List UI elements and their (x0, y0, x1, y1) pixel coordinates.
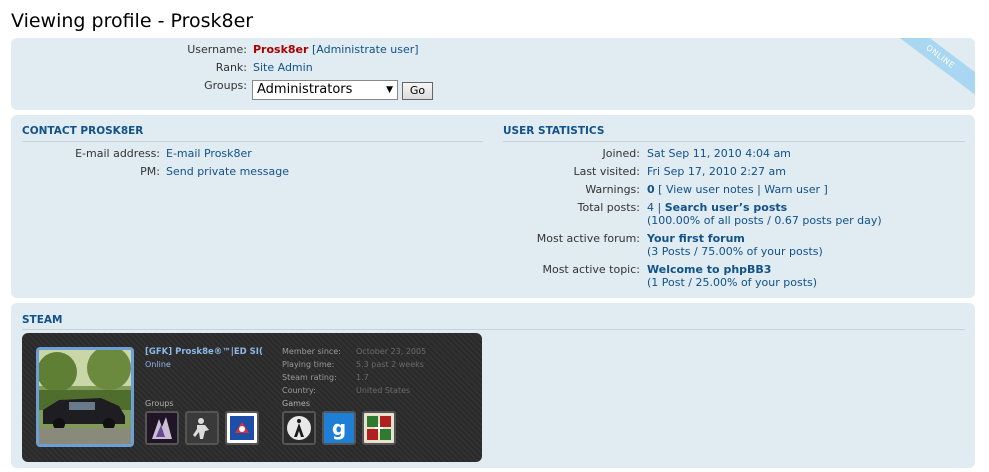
admin-bracket-close: ] (414, 43, 419, 56)
warnings-count: 0 (647, 183, 655, 196)
groups-label: Groups: (204, 79, 247, 92)
warnings-bracket-close: ] (823, 183, 828, 196)
svg-text:g: g (332, 416, 346, 440)
last-visited-row: Last visited: Fri Sep 17, 2010 2:27 am (491, 164, 971, 180)
username-label: Username: (187, 43, 247, 56)
page-title: Viewing profile - Prosk8er (11, 10, 254, 32)
steam-avatar[interactable] (36, 347, 134, 447)
total-posts-count: 4 (647, 201, 654, 214)
country-label: Country: (282, 386, 316, 395)
steam-panel: STEAM [GFK] Prosk8e®™|ED SI( Online Memb… (11, 303, 975, 468)
online-badge: ONLINE (890, 38, 975, 98)
rank-value: Site Admin (253, 61, 313, 74)
joined-value: Sat Sep 11, 2010 4:04 am (647, 147, 791, 160)
email-link[interactable]: E-mail Prosk8er (166, 146, 252, 162)
steam-group-1-icon[interactable] (145, 411, 179, 445)
garrys-mod-game-icon[interactable]: g (322, 411, 356, 445)
posts-detail: (100.00% of all posts / 0.67 posts per d… (647, 214, 882, 227)
joined-label: Joined: (602, 147, 640, 160)
total-posts-label: Total posts: (577, 201, 640, 214)
steam-group-3-icon[interactable] (225, 411, 259, 445)
contact-divider (22, 141, 483, 142)
warnings-separator: | (757, 183, 761, 196)
stats-divider (503, 141, 965, 142)
profile-panel: ONLINE Username: Prosk8er [Administrate … (11, 38, 975, 110)
steam-games-label: Games (282, 399, 310, 408)
avatar-photo (39, 350, 131, 444)
pm-row: PM: Send private message (11, 164, 471, 180)
rank-label: Rank: (215, 61, 247, 74)
steam-divider (22, 329, 965, 330)
last-visited-value: Fri Sep 17, 2010 2:27 am (647, 165, 786, 178)
contact-heading: CONTACT PROSK8ER (22, 125, 144, 137)
search-user-posts-link[interactable]: Search user’s posts (665, 201, 787, 214)
active-forum-label: Most active forum: (536, 232, 640, 245)
steam-groups-label: Groups (145, 399, 174, 408)
username-value-group: Prosk8er [Administrate user] (253, 42, 419, 58)
pm-link[interactable]: Send private message (166, 164, 289, 180)
member-since-value: October 23, 2005 (356, 347, 427, 356)
half-life-game-icon[interactable] (282, 411, 316, 445)
steam-rating-value: 1.7 (356, 373, 369, 382)
dropdown-arrow-icon: ▼ (386, 85, 393, 95)
steam-profile-card: [GFK] Prosk8e®™|ED SI( Online Member sin… (22, 333, 482, 462)
steam-status: Online (145, 360, 171, 369)
groups-select[interactable]: Administrators ▼ (252, 80, 398, 100)
administrate-user-link[interactable]: Administrate user (316, 43, 414, 56)
steam-heading: STEAM (22, 314, 63, 326)
active-topic-label: Most active topic: (542, 263, 640, 276)
country-value: United States (356, 386, 411, 395)
go-button[interactable]: Go (402, 82, 433, 100)
last-visited-label: Last visited: (573, 165, 640, 178)
playing-time-value: 5.3 past 2 weeks (356, 360, 424, 369)
active-forum-detail: (3 Posts / 75.00% of your posts) (647, 245, 823, 258)
playing-time-label: Playing time: (282, 360, 335, 369)
total-posts-separator: | (657, 201, 662, 214)
warnings-row: Warnings: 0 [ View user notes | Warn use… (491, 182, 971, 198)
game-3-icon[interactable] (362, 411, 396, 445)
active-topic-detail: (1 Post / 25.00% of your posts) (647, 276, 818, 289)
warnings-label: Warnings: (585, 183, 640, 196)
member-since-label: Member since: (282, 347, 341, 356)
email-label: E-mail address: (75, 147, 160, 160)
warnings-bracket-open: [ (658, 183, 663, 196)
counter-strike-group-icon[interactable] (185, 411, 219, 445)
groups-selected-value: Administrators (257, 82, 353, 97)
email-row: E-mail address: E-mail Prosk8er (11, 146, 471, 162)
warn-user-link[interactable]: Warn user (764, 183, 820, 196)
username-row: Username: Prosk8er [Administrate user] (11, 42, 611, 58)
stats-heading: USER STATISTICS (503, 125, 605, 137)
steam-rating-label: Steam rating: (282, 373, 337, 382)
groups-row: Groups: (11, 78, 247, 94)
joined-row: Joined: Sat Sep 11, 2010 4:04 am (491, 146, 971, 162)
warnings-value-group: 0 [ View user notes | Warn user ] (647, 182, 828, 198)
details-panel: CONTACT PROSK8ER E-mail address: E-mail … (11, 115, 975, 298)
pm-label: PM: (140, 165, 160, 178)
view-user-notes-link[interactable]: View user notes (666, 183, 754, 196)
steam-name[interactable]: [GFK] Prosk8e®™|ED SI( (145, 346, 263, 358)
username[interactable]: Prosk8er (253, 43, 308, 56)
rank-row: Rank: Site Admin (11, 60, 611, 76)
